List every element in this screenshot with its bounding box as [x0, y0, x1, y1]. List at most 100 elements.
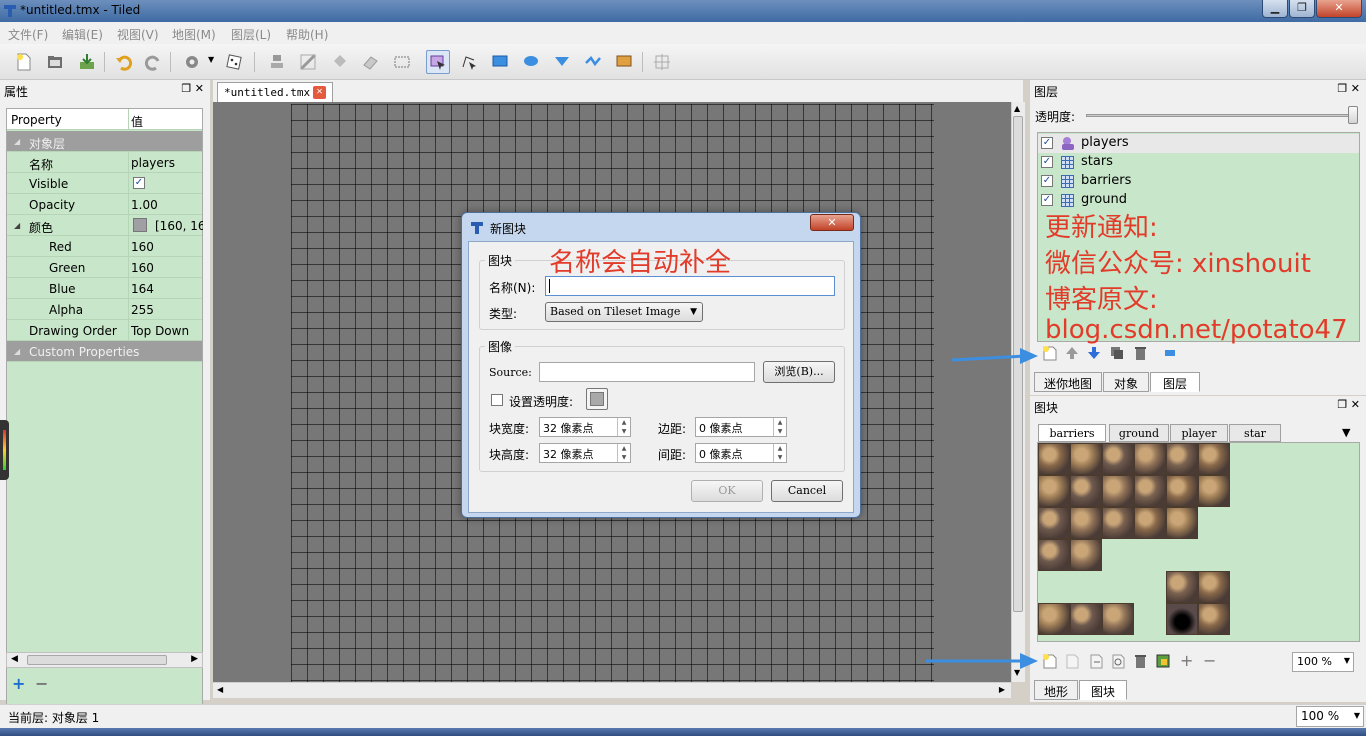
tileset-tile[interactable]	[1198, 603, 1230, 635]
layer-visible-checkbox[interactable]: ✓	[1041, 137, 1053, 149]
spacing-spinbox[interactable]: 0 像素点 ▲ ▼	[695, 443, 787, 463]
menu-edit[interactable]: 编辑(E)	[62, 26, 103, 43]
tileset-tile[interactable]	[1198, 443, 1230, 475]
tileset-tile[interactable]	[1038, 475, 1070, 507]
tileset-tile[interactable]	[1166, 443, 1198, 475]
tileset-tile[interactable]	[1166, 571, 1198, 603]
bucket-fill-icon[interactable]	[327, 50, 351, 74]
layer-visible-checkbox[interactable]: ✓	[1041, 175, 1053, 187]
insert-ellipse-icon[interactable]	[519, 50, 543, 74]
remove-tileset-icon[interactable]	[1132, 653, 1148, 669]
document-tab[interactable]: *untitled.tmx ✕	[217, 82, 333, 102]
tileset-tile[interactable]	[1070, 603, 1102, 635]
insert-rectangle-icon[interactable]	[488, 50, 512, 74]
transparency-color-button[interactable]	[586, 388, 608, 410]
tileset-tile[interactable]	[1070, 475, 1102, 507]
side-gadget-handle[interactable]	[0, 420, 9, 480]
table-row[interactable]: Visible ✓	[7, 173, 202, 194]
tileset-tile[interactable]	[1070, 443, 1102, 475]
color-swatch[interactable]	[133, 218, 147, 232]
menu-map[interactable]: 地图(M)	[172, 26, 216, 43]
import-tileset-icon[interactable]	[1064, 653, 1080, 669]
opacity-slider-handle[interactable]	[1348, 106, 1358, 124]
tileset-tile[interactable]	[1038, 539, 1070, 571]
table-row[interactable]: Red 160	[7, 236, 202, 257]
properties-table[interactable]: Property 值 ◢ 对象层 名称 players Visible ✓ Opac…	[6, 108, 203, 732]
tileset-tile[interactable]	[1038, 603, 1070, 635]
tile-width-spinbox[interactable]: 32 像素点 ▲ ▼	[539, 417, 631, 437]
edit-polygons-icon[interactable]	[457, 50, 481, 74]
insert-polygon-icon[interactable]	[550, 50, 574, 74]
group-object-layer[interactable]: ◢ 对象层	[7, 131, 202, 152]
tab-terrains[interactable]: 地形	[1034, 680, 1078, 700]
tileset-tile[interactable]	[1102, 443, 1134, 475]
canvas-vscrollbar[interactable]: ▲ ▼	[1011, 102, 1025, 682]
list-item[interactable]: ✓ players	[1038, 134, 1359, 153]
table-row[interactable]: Drawing Order Top Down	[7, 320, 202, 341]
float-panel-icon[interactable]: ❐	[1337, 398, 1347, 411]
save-icon[interactable]	[75, 50, 99, 74]
tileset-tile[interactable]	[1070, 539, 1102, 571]
source-input[interactable]	[539, 362, 755, 382]
tileset-tabs-dropdown-icon[interactable]: ▼	[1342, 426, 1350, 439]
float-panel-icon[interactable]: ❐	[181, 82, 191, 95]
minimize-button[interactable]: ▁	[1262, 0, 1288, 18]
insert-polyline-icon[interactable]	[581, 50, 605, 74]
tileset-tile[interactable]	[1134, 507, 1166, 539]
tileset-tile[interactable]	[1134, 475, 1166, 507]
close-panel-icon[interactable]: ✕	[1351, 398, 1360, 411]
insert-text-icon[interactable]	[650, 50, 674, 74]
tab-minimap[interactable]: 迷你地图	[1034, 372, 1102, 392]
ok-button[interactable]: OK	[691, 480, 763, 502]
table-row[interactable]: Opacity 1.00	[7, 194, 202, 215]
new-file-icon[interactable]	[12, 50, 36, 74]
tileset-tile[interactable]	[1102, 475, 1134, 507]
new-layer-icon[interactable]	[1042, 345, 1058, 361]
move-layer-up-icon[interactable]	[1064, 345, 1080, 361]
delete-layer-icon[interactable]	[1132, 345, 1148, 361]
tileset-tile[interactable]	[1198, 571, 1230, 603]
redo-icon[interactable]	[141, 50, 165, 74]
tab-tilesets[interactable]: 图块	[1079, 680, 1127, 700]
layer-options-icon[interactable]	[1162, 345, 1178, 361]
stamp-brush-icon[interactable]	[265, 50, 289, 74]
margin-spinbox[interactable]: 0 像素点 ▲ ▼	[695, 417, 787, 437]
type-select[interactable]: Based on Tileset Image ▼	[545, 302, 703, 322]
maximize-button[interactable]: ❐	[1289, 0, 1315, 18]
browse-button[interactable]: 浏览(B)...	[763, 361, 835, 383]
open-folder-icon[interactable]	[43, 50, 67, 74]
add-tiles-icon[interactable]: +	[1180, 651, 1193, 670]
map-zoom-select[interactable]: 100 % ▼	[1296, 706, 1364, 727]
edit-terrain-icon[interactable]	[1155, 653, 1171, 669]
new-tileset-icon[interactable]	[1042, 653, 1058, 669]
list-item[interactable]: ✓ barriers	[1038, 172, 1359, 191]
tileset-tile[interactable]	[1166, 475, 1198, 507]
table-row[interactable]: Alpha 255	[7, 299, 202, 320]
table-row[interactable]: 名称 players	[7, 152, 202, 173]
insert-tile-icon[interactable]	[612, 50, 636, 74]
move-layer-down-icon[interactable]	[1086, 345, 1102, 361]
tileset-tile[interactable]	[1166, 603, 1198, 635]
close-tab-icon[interactable]: ✕	[313, 86, 326, 99]
tileset-tile[interactable]	[1038, 507, 1070, 539]
export-tileset-icon[interactable]	[1088, 653, 1104, 669]
tileset-tile[interactable]	[1134, 443, 1166, 475]
dropdown-arrow-icon[interactable]: ▼	[208, 55, 214, 64]
tileset-tab-star[interactable]: star	[1229, 424, 1281, 442]
close-window-button[interactable]: ✕	[1316, 0, 1362, 18]
select-objects-icon[interactable]	[426, 50, 450, 74]
menu-view[interactable]: 视图(V)	[117, 26, 159, 43]
tileset-tile[interactable]	[1070, 507, 1102, 539]
menu-help[interactable]: 帮助(H)	[286, 26, 328, 43]
table-row[interactable]: Blue 164	[7, 278, 202, 299]
tileset-tile[interactable]	[1038, 443, 1070, 475]
terrain-brush-icon[interactable]	[296, 50, 320, 74]
table-row[interactable]: ◢颜色[160, 160	[7, 215, 203, 236]
group-custom-properties[interactable]: ◢ Custom Properties	[7, 341, 202, 362]
remove-tiles-icon[interactable]: −	[1203, 651, 1216, 670]
close-panel-icon[interactable]: ✕	[1351, 82, 1360, 95]
tileset-tile[interactable]	[1102, 603, 1134, 635]
eraser-icon[interactable]	[358, 50, 382, 74]
remove-property-icon[interactable]: −	[35, 674, 48, 693]
layer-visible-checkbox[interactable]: ✓	[1041, 156, 1053, 168]
